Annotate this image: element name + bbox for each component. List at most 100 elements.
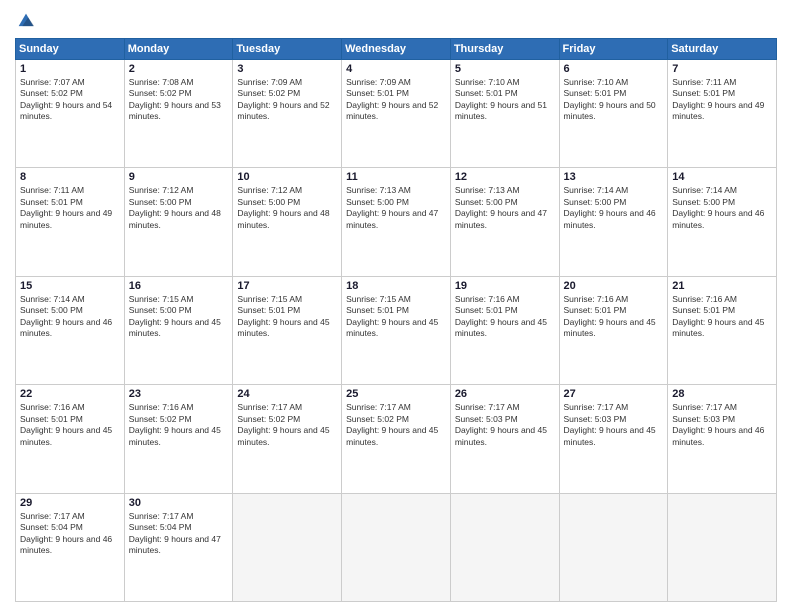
calendar-header-saturday: Saturday [668,39,777,60]
calendar-cell [450,493,559,601]
calendar-cell [233,493,342,601]
day-number: 9 [129,171,229,183]
day-number: 4 [346,63,446,75]
cell-text: Sunrise: 7:17 AMSunset: 5:02 PMDaylight:… [346,402,446,448]
day-number: 1 [20,63,120,75]
cell-text: Sunrise: 7:16 AMSunset: 5:01 PMDaylight:… [672,294,772,340]
day-number: 24 [237,388,337,400]
calendar-cell: 28 Sunrise: 7:17 AMSunset: 5:03 PMDayligh… [668,385,777,493]
cell-text: Sunrise: 7:16 AMSunset: 5:01 PMDaylight:… [20,402,120,448]
cell-text: Sunrise: 7:15 AMSunset: 5:01 PMDaylight:… [346,294,446,340]
day-number: 22 [20,388,120,400]
calendar-cell: 9 Sunrise: 7:12 AMSunset: 5:00 PMDaylight… [124,168,233,276]
day-number: 2 [129,63,229,75]
calendar-cell: 23Sunrise: 7:16 AMSunset: 5:02 PMDayligh… [124,385,233,493]
calendar-cell: 27 Sunrise: 7:17 AMSunset: 5:03 PMDayligh… [559,385,668,493]
calendar-body: 1 Sunrise: 7:07 AMSunset: 5:02 PMDaylight… [16,60,777,602]
calendar-cell: 18 Sunrise: 7:15 AMSunset: 5:01 PMDayligh… [342,276,451,384]
calendar-cell: 10Sunrise: 7:12 AMSunset: 5:00 PMDayligh… [233,168,342,276]
cell-text: Sunrise: 7:12 AMSunset: 5:00 PMDaylight:… [129,185,229,231]
day-number: 3 [237,63,337,75]
calendar-cell [559,493,668,601]
calendar-cell: 7Sunrise: 7:11 AMSunset: 5:01 PMDaylight… [668,60,777,168]
calendar-cell: 1 Sunrise: 7:07 AMSunset: 5:02 PMDaylight… [16,60,125,168]
day-number: 8 [20,171,120,183]
cell-text: Sunrise: 7:17 AMSunset: 5:03 PMDaylight:… [672,402,772,448]
calendar-cell: 4Sunrise: 7:09 AMSunset: 5:01 PMDaylight… [342,60,451,168]
day-number: 18 [346,280,446,292]
day-number: 20 [564,280,664,292]
cell-text: Sunrise: 7:15 AMSunset: 5:00 PMDaylight:… [129,294,229,340]
cell-text: Sunrise: 7:08 AMSunset: 5:02 PMDaylight:… [129,77,229,123]
day-number: 25 [346,388,446,400]
day-number: 5 [455,63,555,75]
cell-text: Sunrise: 7:13 AMSunset: 5:00 PMDaylight:… [346,185,446,231]
calendar-cell: 14 Sunrise: 7:14 AMSunset: 5:00 PMDayligh… [668,168,777,276]
cell-text: Sunrise: 7:10 AMSunset: 5:01 PMDaylight:… [455,77,555,123]
day-number: 29 [20,497,120,509]
day-number: 26 [455,388,555,400]
calendar-cell: 26 Sunrise: 7:17 AMSunset: 5:03 PMDayligh… [450,385,559,493]
cell-text: Sunrise: 7:17 AMSunset: 5:04 PMDaylight:… [129,511,229,557]
cell-text: Sunrise: 7:11 AMSunset: 5:01 PMDaylight:… [672,77,772,123]
day-number: 28 [672,388,772,400]
cell-text: Sunrise: 7:17 AMSunset: 5:04 PMDaylight:… [20,511,120,557]
calendar-cell: 3 Sunrise: 7:09 AMSunset: 5:02 PMDaylight… [233,60,342,168]
calendar-cell: 20Sunrise: 7:16 AMSunset: 5:01 PMDayligh… [559,276,668,384]
calendar-header-thursday: Thursday [450,39,559,60]
day-number: 14 [672,171,772,183]
calendar-header-sunday: Sunday [16,39,125,60]
calendar-cell: 2 Sunrise: 7:08 AMSunset: 5:02 PMDaylight… [124,60,233,168]
cell-text: Sunrise: 7:09 AMSunset: 5:02 PMDaylight:… [237,77,337,123]
calendar-header-friday: Friday [559,39,668,60]
cell-text: Sunrise: 7:07 AMSunset: 5:02 PMDaylight:… [20,77,120,123]
calendar-cell: 21 Sunrise: 7:16 AMSunset: 5:01 PMDayligh… [668,276,777,384]
calendar-cell: 12 Sunrise: 7:13 AMSunset: 5:00 PMDayligh… [450,168,559,276]
day-number: 30 [129,497,229,509]
calendar-cell: 6Sunrise: 7:10 AMSunset: 5:01 PMDaylight… [559,60,668,168]
calendar-week-5: 29 Sunrise: 7:17 AMSunset: 5:04 PMDayligh… [16,493,777,601]
cell-text: Sunrise: 7:17 AMSunset: 5:02 PMDaylight:… [237,402,337,448]
day-number: 12 [455,171,555,183]
calendar-week-2: 8 Sunrise: 7:11 AMSunset: 5:01 PMDaylight… [16,168,777,276]
calendar-cell: 22 Sunrise: 7:16 AMSunset: 5:01 PMDayligh… [16,385,125,493]
day-number: 15 [20,280,120,292]
calendar-cell: 25 Sunrise: 7:17 AMSunset: 5:02 PMDayligh… [342,385,451,493]
calendar-cell [668,493,777,601]
day-number: 21 [672,280,772,292]
calendar-week-1: 1 Sunrise: 7:07 AMSunset: 5:02 PMDaylight… [16,60,777,168]
cell-text: Sunrise: 7:12 AMSunset: 5:00 PMDaylight:… [237,185,337,231]
calendar-cell: 8 Sunrise: 7:11 AMSunset: 5:01 PMDaylight… [16,168,125,276]
calendar-header-wednesday: Wednesday [342,39,451,60]
day-number: 17 [237,280,337,292]
calendar-cell: 16 Sunrise: 7:15 AMSunset: 5:00 PMDayligh… [124,276,233,384]
logo-icon [15,10,37,32]
calendar-header-row: SundayMondayTuesdayWednesdayThursdayFrid… [16,39,777,60]
logo [15,10,41,32]
day-number: 13 [564,171,664,183]
calendar-cell: 5 Sunrise: 7:10 AMSunset: 5:01 PMDaylight… [450,60,559,168]
cell-text: Sunrise: 7:17 AMSunset: 5:03 PMDaylight:… [564,402,664,448]
cell-text: Sunrise: 7:15 AMSunset: 5:01 PMDaylight:… [237,294,337,340]
calendar-header-tuesday: Tuesday [233,39,342,60]
cell-text: Sunrise: 7:10 AMSunset: 5:01 PMDaylight:… [564,77,664,123]
calendar-cell: 17 Sunrise: 7:15 AMSunset: 5:01 PMDayligh… [233,276,342,384]
cell-text: Sunrise: 7:11 AMSunset: 5:01 PMDaylight:… [20,185,120,231]
calendar-cell: 11Sunrise: 7:13 AMSunset: 5:00 PMDayligh… [342,168,451,276]
cell-text: Sunrise: 7:13 AMSunset: 5:00 PMDaylight:… [455,185,555,231]
cell-text: Sunrise: 7:14 AMSunset: 5:00 PMDaylight:… [564,185,664,231]
day-number: 16 [129,280,229,292]
calendar-table: SundayMondayTuesdayWednesdayThursdayFrid… [15,38,777,602]
day-number: 27 [564,388,664,400]
calendar-cell [342,493,451,601]
calendar-week-3: 15Sunrise: 7:14 AMSunset: 5:00 PMDayligh… [16,276,777,384]
cell-text: Sunrise: 7:16 AMSunset: 5:01 PMDaylight:… [455,294,555,340]
cell-text: Sunrise: 7:17 AMSunset: 5:03 PMDaylight:… [455,402,555,448]
calendar-cell: 15Sunrise: 7:14 AMSunset: 5:00 PMDayligh… [16,276,125,384]
header [15,10,777,32]
cell-text: Sunrise: 7:14 AMSunset: 5:00 PMDaylight:… [672,185,772,231]
calendar-header-monday: Monday [124,39,233,60]
calendar-cell: 29 Sunrise: 7:17 AMSunset: 5:04 PMDayligh… [16,493,125,601]
calendar-cell: 24 Sunrise: 7:17 AMSunset: 5:02 PMDayligh… [233,385,342,493]
calendar-cell: 30 Sunrise: 7:17 AMSunset: 5:04 PMDayligh… [124,493,233,601]
